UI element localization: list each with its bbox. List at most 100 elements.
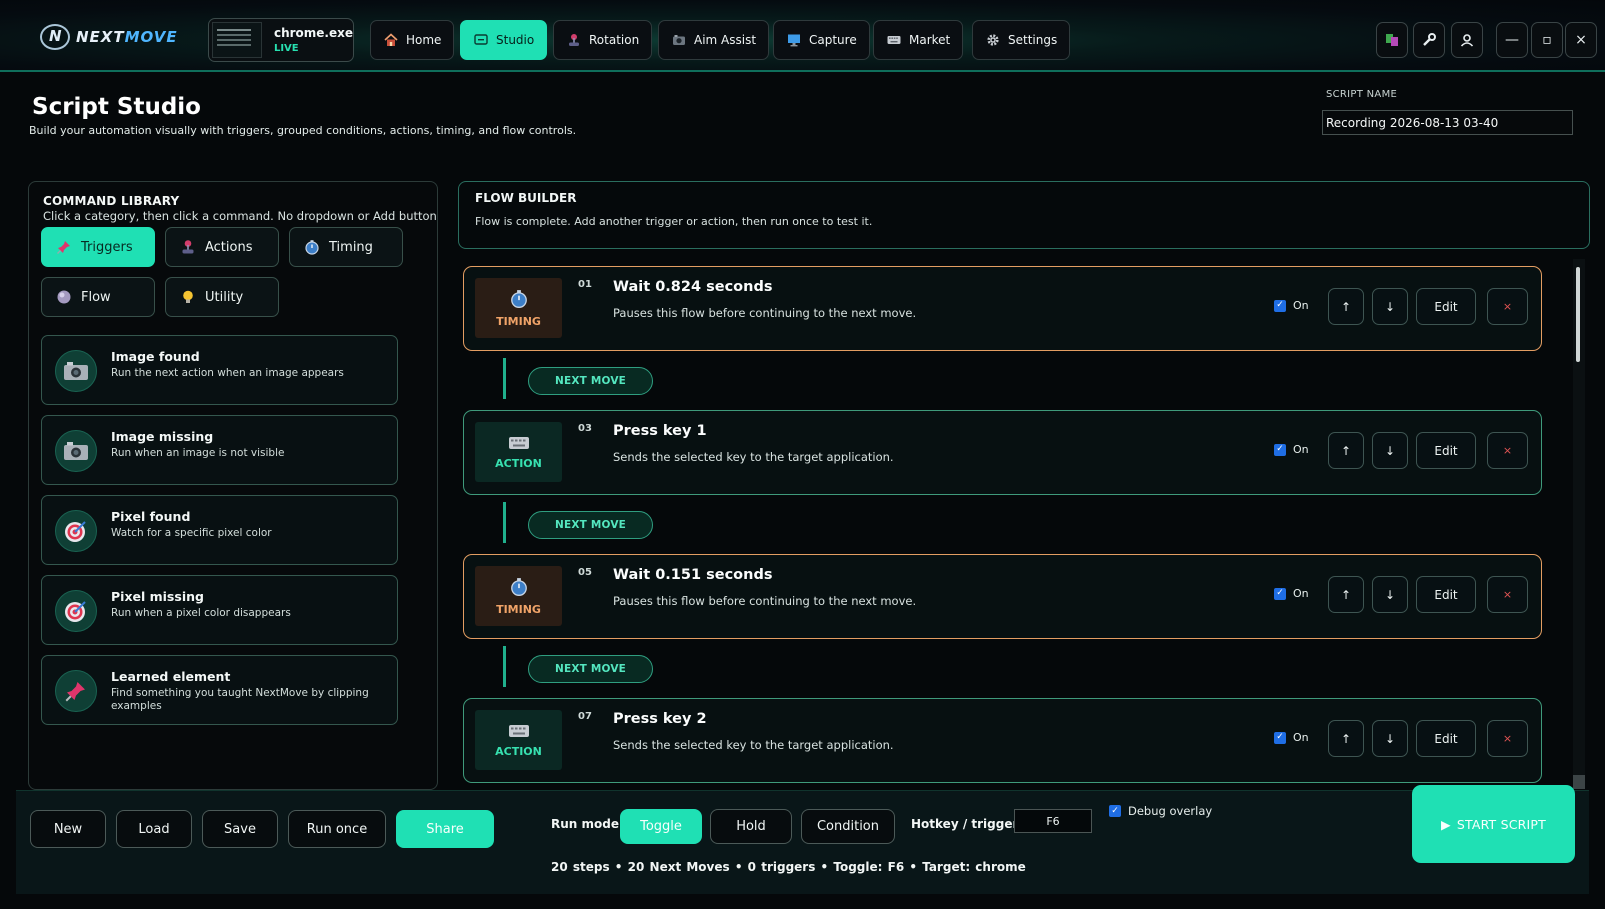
command-name: Pixel missing	[111, 589, 204, 604]
delete-step-button[interactable]: ×	[1487, 288, 1528, 325]
nav-capture-label: Capture	[809, 33, 857, 47]
move-up-button[interactable]: ↑	[1328, 576, 1364, 613]
move-down-button[interactable]: ↓	[1372, 720, 1408, 757]
gear-icon	[987, 34, 999, 46]
close-icon: ×	[1502, 732, 1513, 745]
step-enabled-toggle[interactable]: ✓ On	[1274, 587, 1309, 600]
step-enabled-toggle[interactable]: ✓ On	[1274, 443, 1309, 456]
nav-rotation[interactable]: Rotation	[553, 20, 653, 60]
command-learned-element[interactable]: Learned element Find something you taugh…	[41, 655, 398, 725]
flow-scrollbar[interactable]	[1573, 259, 1585, 789]
edit-label: Edit	[1434, 587, 1458, 602]
step-description: Sends the selected key to the target app…	[613, 450, 894, 464]
command-name: Image found	[111, 349, 200, 364]
category-actions[interactable]: Actions	[165, 227, 279, 267]
brand-name: NEXTMOVE	[76, 28, 178, 46]
command-pixel-missing[interactable]: Pixel missing Run when a pixel color dis…	[41, 575, 398, 645]
edit-step-button[interactable]: Edit	[1416, 288, 1476, 325]
nav-aim-assist-label: Aim Assist	[694, 33, 757, 47]
move-down-button[interactable]: ↓	[1372, 432, 1408, 469]
maximize-button[interactable]: ▫	[1531, 22, 1563, 58]
load-button[interactable]: Load	[116, 810, 192, 848]
step-enabled-toggle[interactable]: ✓ On	[1274, 731, 1309, 744]
delete-step-button[interactable]: ×	[1487, 432, 1528, 469]
new-button[interactable]: New	[30, 810, 106, 848]
tools-button[interactable]	[1413, 22, 1445, 58]
category-timing-label: Timing	[329, 239, 373, 255]
hotkey-input[interactable]	[1014, 809, 1092, 833]
flow-step[interactable]: ACTION 03 Press key 1 Sends the selected…	[463, 410, 1542, 495]
edit-label: Edit	[1434, 731, 1458, 746]
step-number: 05	[578, 567, 592, 578]
close-button[interactable]: ×	[1565, 22, 1597, 58]
arrow-up-icon: ↑	[1340, 299, 1352, 314]
joystick-icon	[569, 34, 579, 46]
theme-switch-button[interactable]	[1376, 22, 1408, 58]
nav-studio[interactable]: Studio	[460, 20, 548, 60]
move-up-button[interactable]: ↑	[1328, 432, 1364, 469]
step-enabled-toggle[interactable]: ✓ On	[1274, 299, 1309, 312]
step-enabled-label: On	[1293, 443, 1309, 456]
flow-step[interactable]: TIMING 05 Wait 0.151 seconds Pauses this…	[463, 554, 1542, 639]
run-mode-toggle[interactable]: Toggle	[620, 809, 702, 844]
nav-market[interactable]: Market	[873, 20, 964, 60]
category-utility[interactable]: Utility	[165, 277, 279, 317]
start-script-button[interactable]: ▶ START SCRIPT	[1412, 785, 1575, 863]
step-enabled-label: On	[1293, 587, 1309, 600]
flow-step[interactable]: TIMING 01 Wait 0.824 seconds Pauses this…	[463, 266, 1542, 351]
edit-step-button[interactable]: Edit	[1416, 720, 1476, 757]
edit-label: Edit	[1434, 299, 1458, 314]
edit-step-button[interactable]: Edit	[1416, 576, 1476, 613]
edit-step-button[interactable]: Edit	[1416, 432, 1476, 469]
run-once-button[interactable]: Run once	[288, 810, 386, 848]
minimize-button[interactable]: —	[1496, 22, 1528, 58]
next-move-connector[interactable]: NEXT MOVE	[528, 655, 653, 683]
stopwatch-icon	[510, 577, 527, 596]
category-triggers[interactable]: Triggers	[41, 227, 155, 267]
category-timing[interactable]: Timing	[289, 227, 403, 267]
account-button[interactable]	[1451, 22, 1483, 58]
flow-builder-title: FLOW BUILDER	[475, 191, 577, 205]
delete-step-button[interactable]: ×	[1487, 720, 1528, 757]
joystick-icon	[182, 240, 194, 254]
debug-overlay-toggle[interactable]: ✓ Debug overlay	[1109, 799, 1212, 823]
run-mode-hold[interactable]: Hold	[710, 809, 792, 844]
nav-capture[interactable]: Capture	[773, 20, 870, 60]
arrow-up-icon: ↑	[1340, 443, 1352, 458]
move-down-button[interactable]: ↓	[1372, 288, 1408, 325]
target-app-name: chrome.exe	[273, 26, 353, 40]
nav-aim-assist[interactable]: Aim Assist	[658, 20, 770, 60]
play-icon: ▶	[1441, 816, 1451, 832]
nav-home[interactable]: Home	[370, 20, 455, 60]
command-image-found[interactable]: Image found Run the next action when an …	[41, 335, 398, 405]
move-up-button[interactable]: ↑	[1328, 720, 1364, 757]
camera-icon	[55, 430, 97, 472]
move-down-button[interactable]: ↓	[1372, 576, 1408, 613]
hotkey-label: Hotkey / trigger	[911, 817, 1019, 831]
flow-step-list[interactable]: TIMING 01 Wait 0.824 seconds Pauses this…	[458, 256, 1590, 786]
nav-home-label: Home	[406, 33, 442, 47]
scrollbar-thumb[interactable]	[1576, 267, 1580, 362]
checkbox-checked-icon: ✓	[1274, 443, 1286, 456]
command-pixel-found[interactable]: Pixel found Watch for a specific pixel c…	[41, 495, 398, 565]
checkbox-checked-icon: ✓	[1274, 299, 1286, 312]
step-type-badge: ACTION	[475, 422, 562, 482]
share-button[interactable]: Share	[396, 810, 494, 848]
category-flow[interactable]: Flow	[41, 277, 155, 317]
run-mode-condition[interactable]: Condition	[801, 809, 895, 844]
flow-step[interactable]: ACTION 07 Press key 2 Sends the selected…	[463, 698, 1542, 783]
save-button[interactable]: Save	[202, 810, 278, 848]
step-description: Pauses this flow before continuing to th…	[613, 306, 917, 320]
checkbox-checked-icon: ✓	[1109, 805, 1121, 817]
delete-step-button[interactable]: ×	[1487, 576, 1528, 613]
next-move-connector[interactable]: NEXT MOVE	[528, 511, 653, 539]
keyboard-icon	[508, 724, 529, 737]
command-image-missing[interactable]: Image missing Run when an image is not v…	[41, 415, 398, 485]
target-app-chip[interactable]: chrome.exe LIVE	[208, 18, 354, 62]
nav-settings[interactable]: Settings	[972, 20, 1071, 60]
close-icon: ×	[1575, 32, 1587, 48]
command-library-title: COMMAND LIBRARY	[43, 194, 180, 208]
next-move-connector[interactable]: NEXT MOVE	[528, 367, 653, 395]
move-up-button[interactable]: ↑	[1328, 288, 1364, 325]
script-name-input[interactable]	[1322, 110, 1573, 135]
